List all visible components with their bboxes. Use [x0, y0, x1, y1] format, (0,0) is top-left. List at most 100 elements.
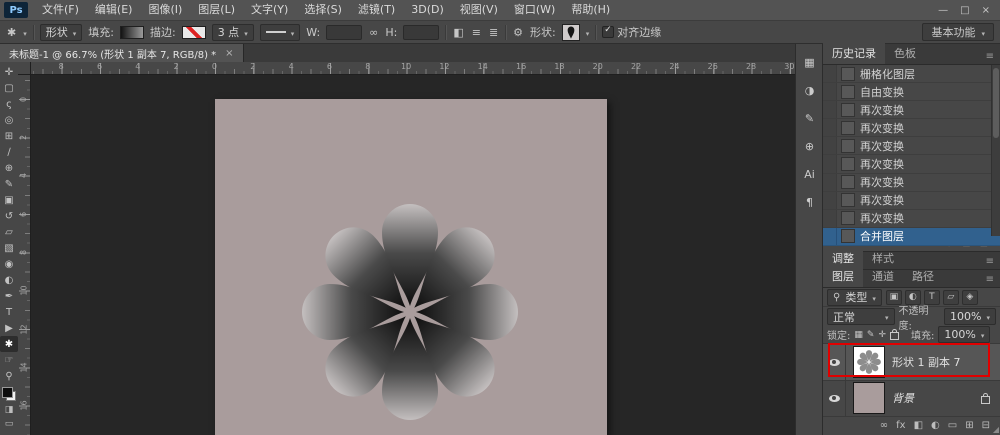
path-alignment-icon[interactable]: ≡	[471, 26, 482, 39]
horizontal-ruler[interactable]: 8642024681012141618202224262830	[30, 62, 795, 75]
close-button[interactable]: ×	[982, 5, 990, 16]
layer-filter-select[interactable]: ⚲ 类型	[827, 289, 882, 306]
chevron-down-icon[interactable]	[23, 26, 27, 39]
layer-row-shape[interactable]: 形状 1 副本 7	[823, 344, 1000, 380]
quick-mask-icon[interactable]: ◨	[0, 403, 18, 417]
history-state[interactable]: 再次变换	[823, 192, 1000, 210]
menu-item[interactable]: 视图(V)	[452, 0, 506, 20]
lock-position-icon[interactable]: ✛	[878, 330, 886, 340]
path-arrange-icon[interactable]: ≣	[488, 26, 499, 39]
menu-item[interactable]: 选择(S)	[296, 0, 350, 20]
visibility-toggle[interactable]	[823, 381, 846, 416]
history-state[interactable]: 合并图层	[823, 228, 1000, 246]
panel-menu-icon[interactable]: ≡	[980, 51, 1000, 64]
layer-name[interactable]: 形状 1 副本 7	[892, 354, 961, 370]
tab-swatches[interactable]: 色板	[885, 43, 925, 64]
dock-clone-source-icon[interactable]: ⊕	[800, 138, 820, 155]
tool-mode-select[interactable]: 形状	[40, 24, 83, 41]
link-dimensions-icon[interactable]: ∞	[368, 26, 379, 39]
menu-item[interactable]: 滤镜(T)	[350, 0, 403, 20]
history-state[interactable]: 再次变换	[823, 137, 1000, 155]
clone-stamp-tool[interactable]: ▣	[0, 192, 18, 208]
panel-menu-icon[interactable]: ≡	[980, 274, 1000, 287]
tab-layers[interactable]: 图层	[823, 266, 863, 287]
adjustment-layer-icon[interactable]: ◐	[931, 420, 940, 431]
menu-item[interactable]: 图像(I)	[140, 0, 190, 20]
canvas-area[interactable]: 8642024681012141618202224262830 02468101…	[18, 62, 795, 435]
tab-history[interactable]: 历史记录	[823, 43, 885, 64]
dock-character-icon[interactable]: Ai	[800, 166, 820, 183]
fill-swatch[interactable]	[120, 26, 144, 39]
width-input[interactable]	[326, 25, 362, 40]
delete-layer-icon[interactable]: ⊟	[982, 420, 990, 431]
align-edges-option[interactable]: 对齐边缘	[602, 24, 661, 40]
history-source-checkbox[interactable]	[823, 228, 837, 245]
lock-transparency-icon[interactable]: ▦	[854, 330, 863, 340]
filter-shape-layers-icon[interactable]: ▱	[943, 290, 959, 305]
align-edges-checkbox[interactable]	[602, 26, 614, 38]
custom-shape-tool[interactable]: ✱	[0, 336, 18, 352]
ruler-corner[interactable]	[18, 62, 31, 75]
history-source-checkbox[interactable]	[823, 192, 837, 209]
history-state[interactable]: 再次变换	[823, 101, 1000, 119]
history-state[interactable]: 栅格化图层	[823, 65, 1000, 83]
gear-icon[interactable]: ⚙	[512, 26, 524, 39]
history-source-checkbox[interactable]	[823, 119, 837, 136]
layer-thumbnail[interactable]	[853, 382, 885, 414]
menu-item[interactable]: 帮助(H)	[563, 0, 618, 20]
visibility-toggle[interactable]	[823, 344, 846, 379]
type-tool[interactable]: T	[0, 304, 18, 320]
lock-pixels-icon[interactable]: ✎	[867, 330, 875, 340]
menu-item[interactable]: 图层(L)	[190, 0, 243, 20]
fill-opacity-select[interactable]: 100%	[938, 326, 990, 343]
history-source-checkbox[interactable]	[823, 101, 837, 118]
menu-item[interactable]: 文件(F)	[34, 0, 87, 20]
tab-close-icon[interactable]: ×	[225, 48, 233, 59]
history-state[interactable]: 再次变换	[823, 155, 1000, 173]
gradient-tool[interactable]: ▧	[0, 240, 18, 256]
custom-shape-thumbnail[interactable]	[562, 24, 580, 41]
height-input[interactable]	[403, 25, 439, 40]
marquee-tool[interactable]: ▢	[0, 80, 18, 96]
layer-effects-icon[interactable]: fx	[896, 420, 905, 431]
dock-swatches-icon[interactable]: ▦	[800, 54, 820, 71]
menu-item[interactable]: 编辑(E)	[87, 0, 141, 20]
scrollbar-thumb[interactable]	[993, 68, 999, 138]
filter-smart-object-icon[interactable]: ◈	[962, 290, 978, 305]
panel-menu-icon[interactable]: ≡	[980, 256, 1000, 269]
history-brush-tool[interactable]: ↺	[0, 208, 18, 224]
quick-selection-tool[interactable]: ◎	[0, 112, 18, 128]
menu-item[interactable]: 窗口(W)	[506, 0, 563, 20]
brush-tool[interactable]: ✎	[0, 176, 18, 192]
document-canvas[interactable]	[215, 99, 607, 435]
move-tool[interactable]: ✛	[0, 64, 18, 80]
chevron-down-icon[interactable]	[586, 26, 590, 39]
crop-tool[interactable]: ⊞	[0, 128, 18, 144]
restore-button[interactable]: □	[960, 5, 969, 16]
layer-group-icon[interactable]: ▭	[948, 420, 957, 431]
blur-tool[interactable]: ◉	[0, 256, 18, 272]
history-source-checkbox[interactable]	[823, 210, 837, 227]
stroke-swatch[interactable]	[182, 26, 206, 39]
menu-item[interactable]: 文字(Y)	[243, 0, 296, 20]
workspace-switcher[interactable]: 基本功能	[922, 23, 994, 41]
history-source-checkbox[interactable]	[823, 174, 837, 191]
photoshop-logo[interactable]: Ps	[4, 2, 28, 18]
vertical-ruler[interactable]: 0246810121416	[18, 74, 31, 435]
tab-paths[interactable]: 路径	[903, 266, 943, 287]
path-selection-tool[interactable]: ▶	[0, 320, 18, 336]
scrollbar[interactable]	[991, 65, 1000, 236]
tab-channels[interactable]: 通道	[863, 266, 903, 287]
stroke-type-select[interactable]	[260, 24, 301, 41]
path-operations-icon[interactable]: ◧	[452, 26, 464, 39]
dock-paragraph-icon[interactable]: ¶	[800, 194, 820, 211]
document-tab[interactable]: 未标题-1 @ 66.7% (形状 1 副本 7, RGB/8) * ×	[0, 44, 244, 62]
healing-brush-tool[interactable]: ⊕	[0, 160, 18, 176]
history-source-checkbox[interactable]	[823, 83, 837, 100]
tool-preset-icon[interactable]: ✱	[6, 26, 17, 39]
eyedropper-tool[interactable]: ∕	[0, 144, 18, 160]
panel-resize-grip[interactable]: ◢	[993, 425, 999, 434]
new-layer-icon[interactable]: ⊞	[965, 420, 973, 431]
screen-mode-icon[interactable]: ▭	[0, 417, 18, 431]
history-source-checkbox[interactable]	[823, 65, 837, 82]
